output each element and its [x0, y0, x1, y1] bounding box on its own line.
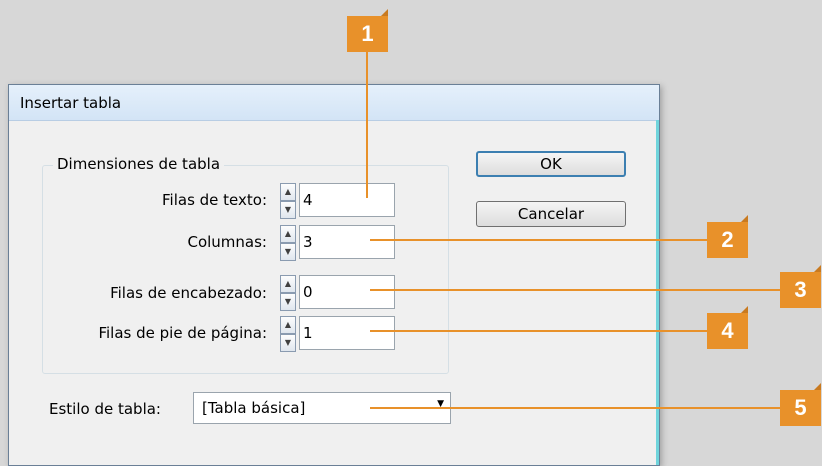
table-style-select[interactable]: [Tabla básica] ▼	[193, 392, 451, 424]
insert-table-dialog: Insertar tabla Dimensiones de tabla Fila…	[8, 84, 660, 466]
footer-rows-label: Filas de pie de página:	[98, 324, 267, 342]
header-rows-label: Filas de encabezado:	[110, 284, 267, 302]
footer-rows-stepper[interactable]: ▲ ▼	[280, 316, 296, 352]
increment-arrow-icon[interactable]: ▲	[280, 225, 296, 243]
header-rows-stepper[interactable]: ▲ ▼	[280, 275, 296, 311]
ok-button[interactable]: OK	[476, 151, 626, 177]
callout-notch-4	[741, 306, 748, 313]
callout-badge-3: 3	[780, 272, 821, 308]
callout-badge-2: 2	[707, 222, 748, 258]
dialog-edge	[656, 120, 659, 465]
decrement-arrow-icon[interactable]: ▼	[280, 293, 296, 311]
cancel-button[interactable]: Cancelar	[476, 201, 626, 227]
callout-badge-5: 5	[780, 390, 821, 426]
callout-notch-5	[814, 383, 821, 390]
decrement-arrow-icon[interactable]: ▼	[280, 243, 296, 261]
columns-input[interactable]: 3	[299, 225, 395, 259]
table-style-value: [Tabla básica]	[202, 399, 306, 417]
columns-label: Columnas:	[187, 233, 267, 251]
footer-rows-input[interactable]: 1	[299, 316, 395, 350]
increment-arrow-icon[interactable]: ▲	[280, 275, 296, 293]
decrement-arrow-icon[interactable]: ▼	[280, 334, 296, 352]
dialog-titlebar[interactable]: Insertar tabla	[9, 85, 659, 121]
callout-notch-2	[741, 215, 748, 222]
body-rows-stepper[interactable]: ▲ ▼	[280, 183, 296, 219]
body-rows-label: Filas de texto:	[162, 191, 267, 209]
callout-badge-4: 4	[707, 313, 748, 349]
callout-notch-3	[814, 265, 821, 272]
callout-badge-1: 1	[347, 16, 388, 52]
body-rows-input[interactable]: 4	[299, 183, 395, 217]
header-rows-input[interactable]: 0	[299, 275, 395, 309]
increment-arrow-icon[interactable]: ▲	[280, 183, 296, 201]
dialog-title: Insertar tabla	[20, 94, 122, 112]
table-style-label: Estilo de tabla:	[49, 400, 161, 418]
chevron-down-icon[interactable]: ▼	[437, 399, 444, 409]
decrement-arrow-icon[interactable]: ▼	[280, 201, 296, 219]
dimensions-group-title: Dimensiones de tabla	[53, 155, 225, 173]
columns-stepper[interactable]: ▲ ▼	[280, 225, 296, 261]
callout-notch-1	[381, 9, 388, 16]
increment-arrow-icon[interactable]: ▲	[280, 316, 296, 334]
